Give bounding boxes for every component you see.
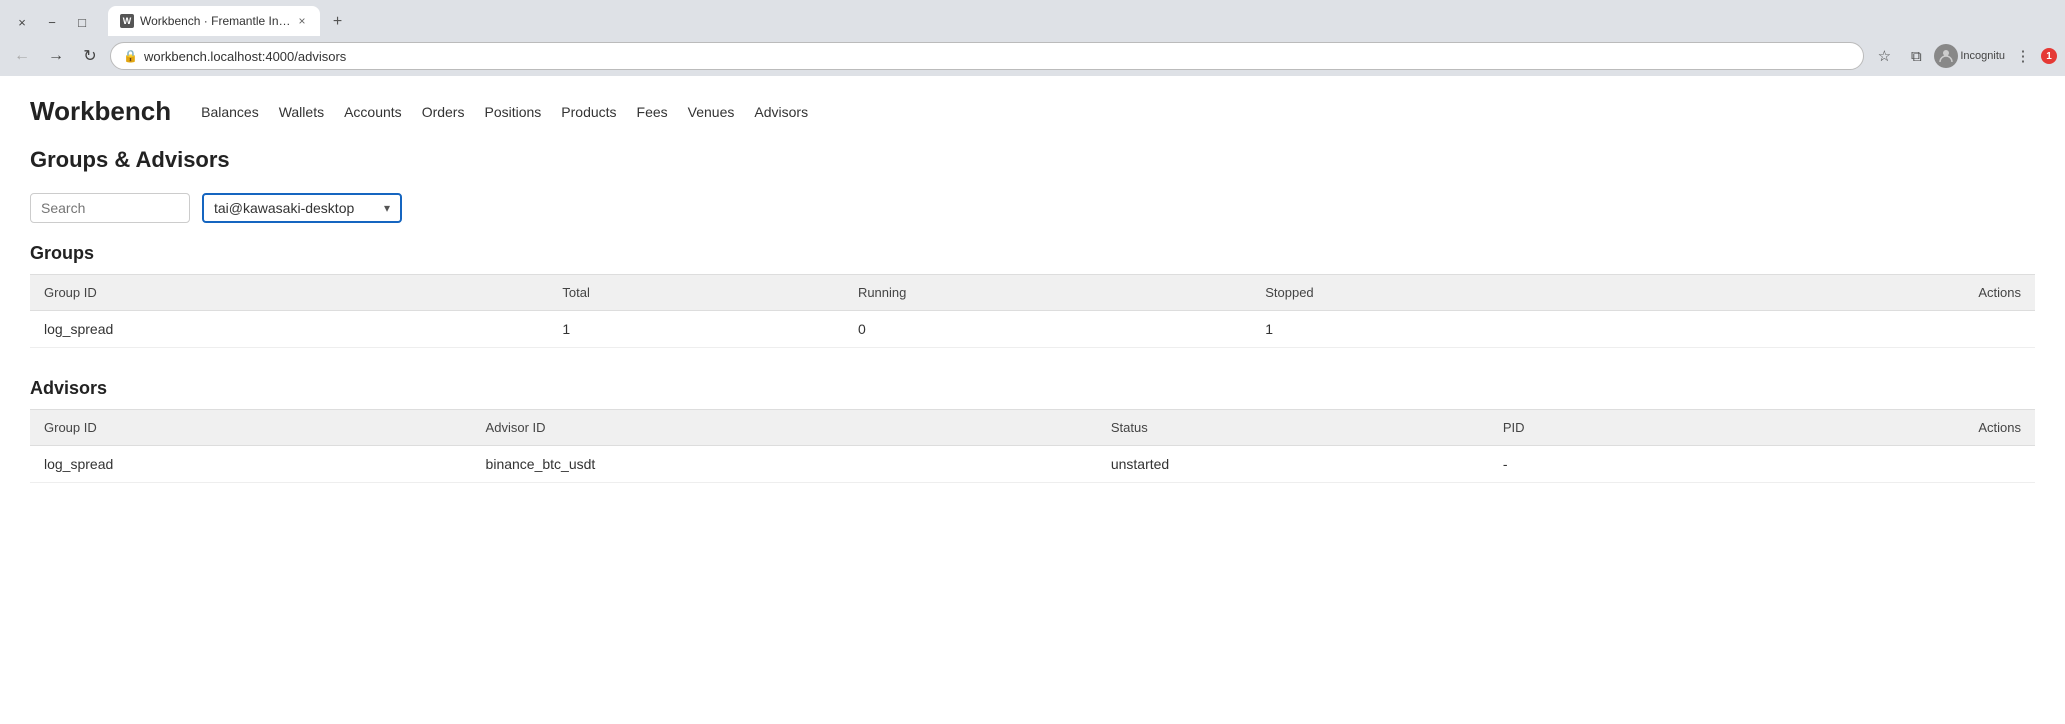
groups-table-body: log_spread 1 0 1 (30, 311, 2035, 348)
address-bar-container[interactable]: 🔒 (110, 42, 1864, 70)
app-container: Workbench Balances Wallets Accounts Orde… (0, 76, 2065, 533)
groups-section: Groups Group ID Total Running Stopped Ac… (30, 243, 2035, 348)
tab-favicon: W (120, 14, 134, 28)
advisors-col-advisor-id: Advisor ID (472, 410, 1097, 446)
toolbar-actions: ☆ ⧉ Incognitu ⋮ 1 (1870, 42, 2057, 70)
browser-chrome: × − □ W Workbench · Fremantle In… × + ← … (0, 0, 2065, 76)
advisors-row-actions (1714, 446, 2035, 483)
groups-row-total: 1 (548, 311, 844, 348)
nav-wallets[interactable]: Wallets (279, 104, 324, 120)
nav-fees[interactable]: Fees (637, 104, 668, 120)
app-header: Workbench Balances Wallets Accounts Orde… (30, 96, 2035, 127)
nav-advisors[interactable]: Advisors (754, 104, 808, 120)
nav-orders[interactable]: Orders (422, 104, 465, 120)
groups-col-stopped: Stopped (1251, 275, 1658, 311)
groups-col-running: Running (844, 275, 1251, 311)
groups-row-actions (1659, 311, 2035, 348)
advisors-table-header: Group ID Advisor ID Status PID Actions (30, 410, 2035, 446)
tab-close-button[interactable]: × (297, 13, 308, 29)
extensions-button[interactable]: ⧉ (1902, 42, 1930, 70)
tab-bar: × − □ W Workbench · Fremantle In… × + (0, 0, 2065, 36)
app-nav: Balances Wallets Accounts Orders Positio… (201, 104, 808, 120)
groups-row-running: 0 (844, 311, 1251, 348)
groups-row-stopped: 1 (1251, 311, 1658, 348)
advisors-row-advisor-id: binance_btc_usdt (472, 446, 1097, 483)
groups-row-group-id: log_spread (30, 311, 548, 348)
groups-table-header: Group ID Total Running Stopped Actions (30, 275, 2035, 311)
advisors-row-status: unstarted (1097, 446, 1489, 483)
address-bar-input[interactable] (144, 49, 1851, 64)
groups-table: Group ID Total Running Stopped Actions l… (30, 274, 2035, 348)
close-window-button[interactable]: × (8, 8, 36, 36)
more-options-button[interactable]: ⋮ (2009, 42, 2037, 70)
nav-accounts[interactable]: Accounts (344, 104, 402, 120)
user-dropdown[interactable]: tai@kawasaki-desktop ▾ (202, 193, 402, 223)
advisors-section: Advisors Group ID Advisor ID Status PID … (30, 378, 2035, 483)
new-tab-button[interactable]: + (324, 8, 352, 36)
advisors-table-body: log_spread binance_btc_usdt unstarted - (30, 446, 2035, 483)
advisors-table: Group ID Advisor ID Status PID Actions l… (30, 409, 2035, 483)
advisors-section-title: Advisors (30, 378, 2035, 399)
forward-button[interactable]: → (42, 42, 70, 70)
browser-toolbar: ← → ↻ 🔒 ☆ ⧉ Incognitu ⋮ 1 (0, 36, 2065, 76)
back-button[interactable]: ← (8, 42, 36, 70)
maximize-window-button[interactable]: □ (68, 8, 96, 36)
page-title: Groups & Advisors (30, 147, 2035, 173)
app-logo: Workbench (30, 96, 171, 127)
advisors-col-group-id: Group ID (30, 410, 472, 446)
advisors-col-status: Status (1097, 410, 1489, 446)
nav-positions[interactable]: Positions (484, 104, 541, 120)
tab-title: Workbench · Fremantle In… (140, 14, 291, 28)
nav-venues[interactable]: Venues (688, 104, 735, 120)
minimize-window-button[interactable]: − (38, 8, 66, 36)
groups-col-actions: Actions (1659, 275, 2035, 311)
active-tab[interactable]: W Workbench · Fremantle In… × (108, 6, 320, 36)
bookmark-star-button[interactable]: ☆ (1870, 42, 1898, 70)
notification-badge: 1 (2041, 48, 2057, 64)
advisors-row-group-id: log_spread (30, 446, 472, 483)
advisors-col-actions: Actions (1714, 410, 2035, 446)
groups-col-group-id: Group ID (30, 275, 548, 311)
window-controls-left: × − □ (8, 8, 104, 36)
table-row: log_spread 1 0 1 (30, 311, 2035, 348)
lock-icon: 🔒 (123, 49, 138, 63)
controls-row: tai@kawasaki-desktop ▾ (30, 193, 2035, 223)
advisors-row-pid: - (1489, 446, 1714, 483)
nav-products[interactable]: Products (561, 104, 616, 120)
chevron-down-icon: ▾ (384, 201, 390, 215)
groups-section-title: Groups (30, 243, 2035, 264)
groups-col-total: Total (548, 275, 844, 311)
reload-button[interactable]: ↻ (76, 42, 104, 70)
incognito-badge: Incognitu (1934, 44, 2005, 68)
dropdown-selected-value: tai@kawasaki-desktop (214, 200, 354, 216)
table-row: log_spread binance_btc_usdt unstarted - (30, 446, 2035, 483)
search-input[interactable] (30, 193, 190, 223)
nav-balances[interactable]: Balances (201, 104, 259, 120)
advisors-col-pid: PID (1489, 410, 1714, 446)
avatar-button[interactable] (1934, 44, 1958, 68)
incognito-label: Incognitu (1960, 50, 2005, 62)
